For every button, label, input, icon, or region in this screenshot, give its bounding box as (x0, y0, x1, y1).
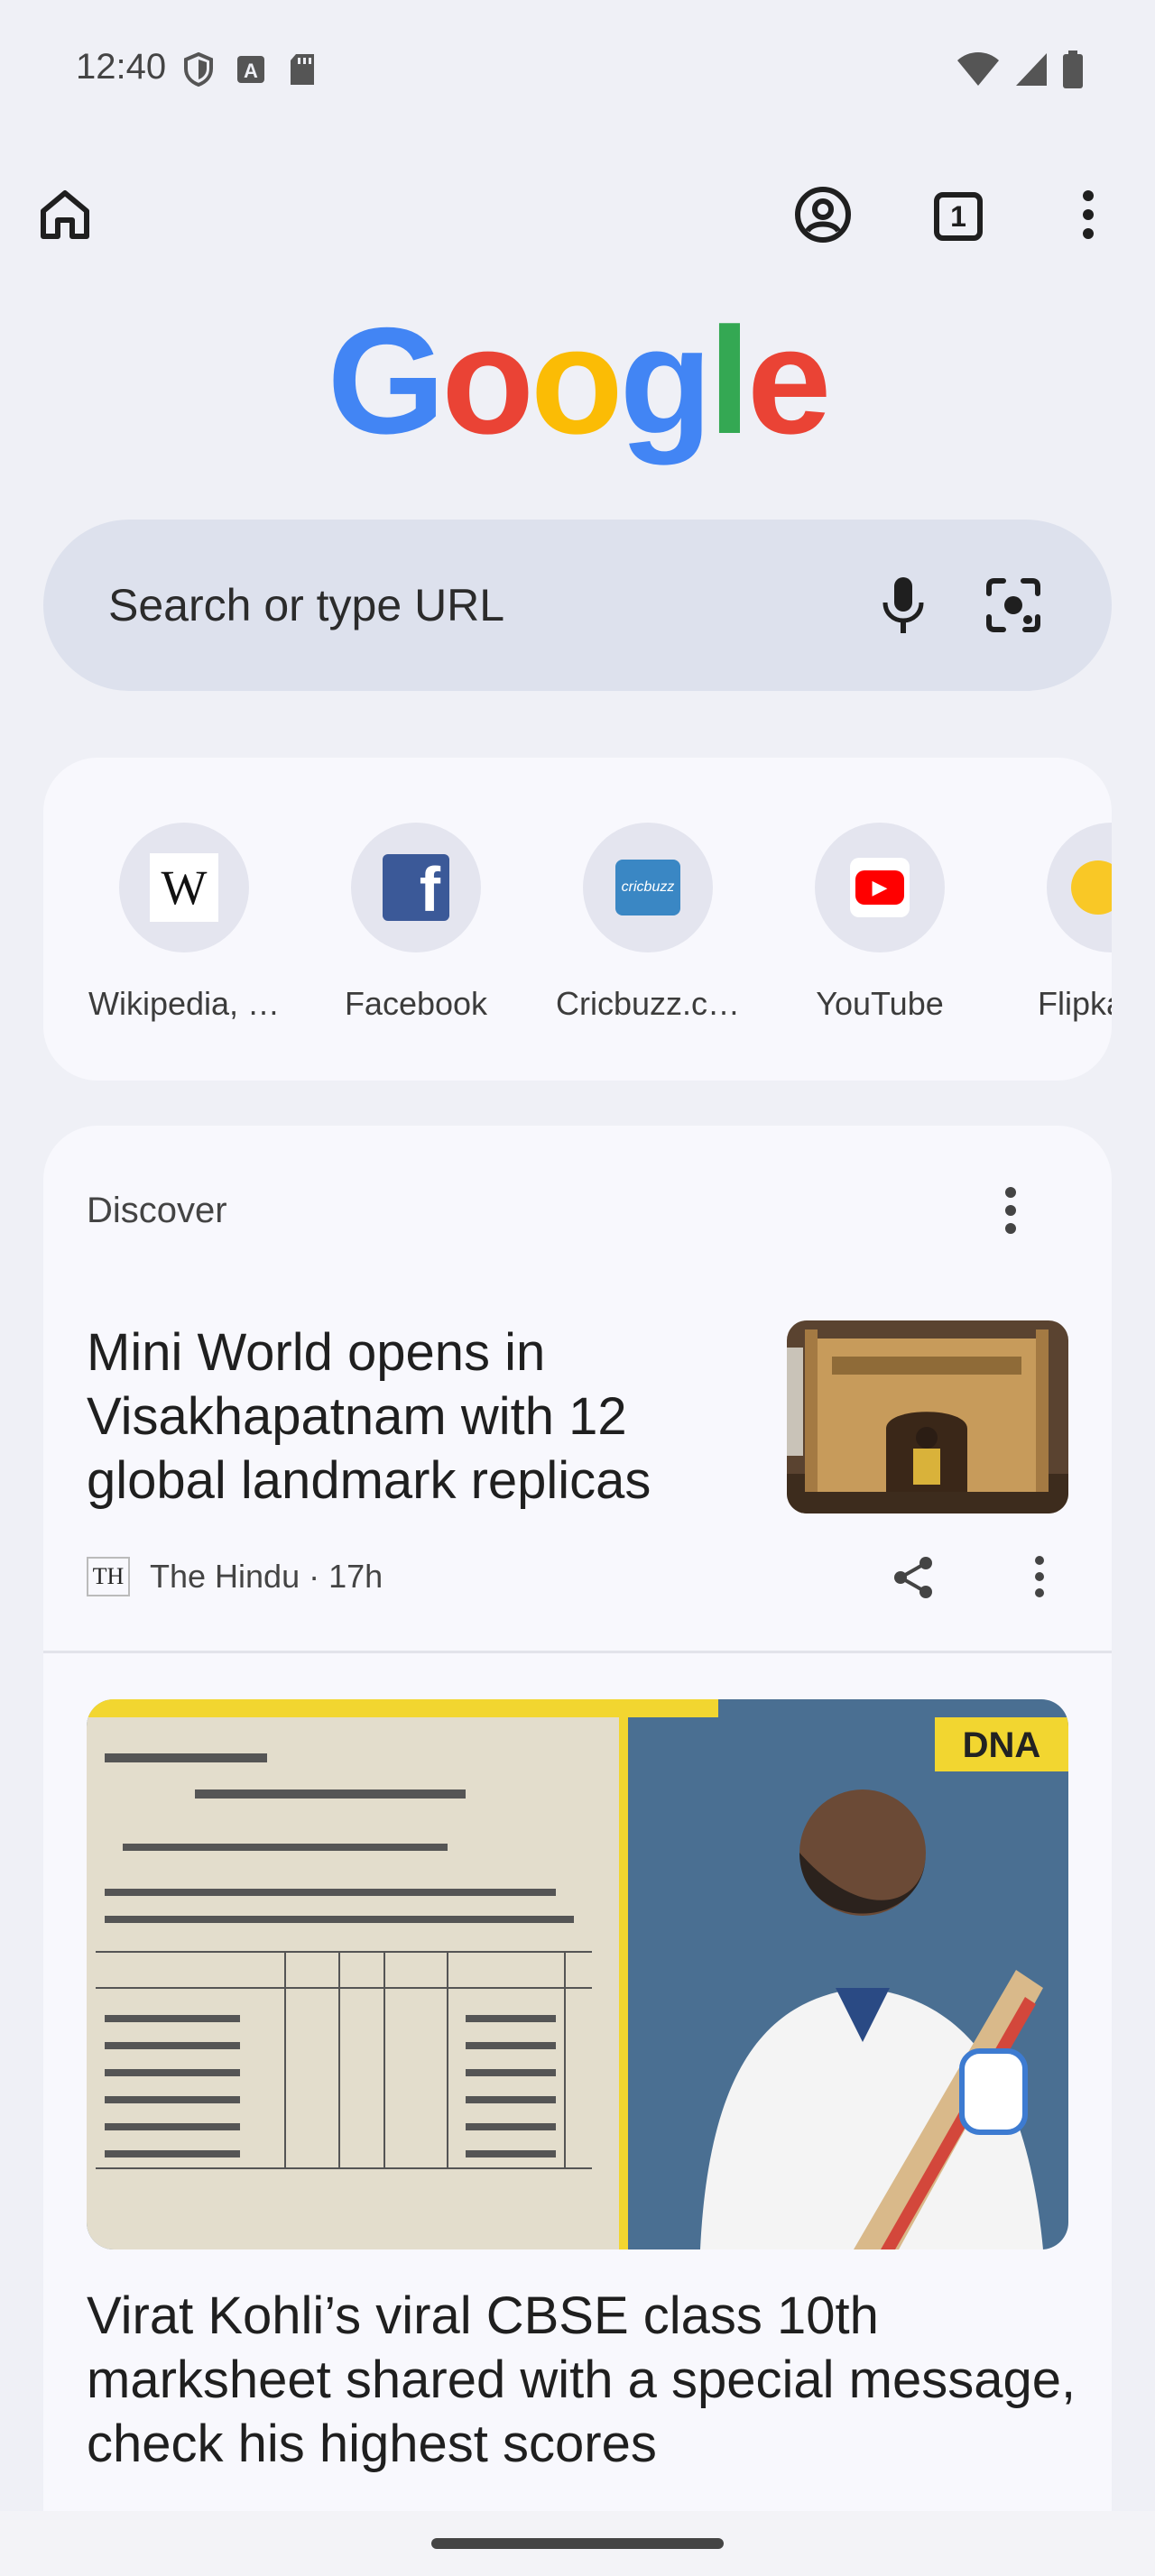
shortcut-label: Cricbuzz.c… (555, 985, 741, 1022)
status-time: 12:40 (76, 47, 167, 87)
status-icons-right (956, 51, 1083, 93)
a-badge-icon: A (236, 55, 265, 88)
wifi-icon (956, 51, 1000, 92)
battery-icon (1063, 51, 1083, 93)
article-thumbnail[interactable] (787, 1320, 1068, 1513)
shortcut-label: YouTube (816, 985, 944, 1022)
discover-title: Discover (87, 1191, 227, 1230)
logo-letter: l (708, 296, 751, 465)
signal-icon (1014, 51, 1049, 92)
home-icon (38, 189, 92, 244)
search-box[interactable]: Search or type URL (43, 520, 1112, 691)
flipkart-icon (1047, 823, 1112, 952)
shortcut-wikipedia[interactable]: W Wikipedia, … (85, 823, 283, 1023)
the-hindu-logo: TH (87, 1557, 130, 1596)
facebook-icon: f (351, 823, 481, 952)
google-logo: Google (0, 305, 1155, 456)
tab-switcher-icon: 1 (934, 192, 983, 241)
navigation-bar (0, 2511, 1155, 2576)
cricbuzz-icon: cricbuzz (583, 823, 713, 952)
dna-badge: DNA (963, 1725, 1041, 1765)
account-icon (794, 186, 852, 248)
shortcut-cricbuzz[interactable]: cricbuzz Cricbuzz.c… (549, 823, 747, 1023)
logo-letter: g (619, 296, 713, 465)
article-title[interactable]: Virat Kohli’s viral CBSE class 10th mark… (87, 2284, 1079, 2476)
home-button[interactable] (32, 184, 97, 249)
shortcuts-panel: W Wikipedia, … f Facebook cricbuzz Cricb… (43, 758, 1112, 1081)
discover-feed: Discover Mini World opens in Visakhapatn… (43, 1126, 1112, 2515)
divider (43, 1651, 1112, 1653)
account-button[interactable] (790, 184, 855, 249)
status-icons-left: A (184, 51, 316, 91)
shortcut-label: Wikipedia, … (88, 985, 281, 1022)
search-input[interactable]: Search or type URL (108, 579, 504, 631)
article-source-time: The Hindu · 17h (150, 1558, 383, 1595)
article-title[interactable]: Mini World opens in Visakhapatnam with 1… (87, 1320, 754, 1513)
svg-text:A: A (244, 60, 258, 82)
more-menu-button[interactable] (1056, 184, 1121, 249)
article-more-icon[interactable] (1034, 1555, 1045, 1603)
logo-letter: G (327, 296, 446, 465)
lens-icon[interactable] (985, 577, 1041, 638)
article-meta: TH The Hindu · 17h (87, 1557, 383, 1596)
logo-letter: o (441, 296, 534, 465)
youtube-icon: ▶ (815, 823, 945, 952)
logo-letter: e (746, 296, 831, 465)
discover-more-icon[interactable] (1003, 1187, 1018, 1238)
share-icon[interactable] (892, 1555, 935, 1605)
shortcut-label: Flipka (1038, 985, 1112, 1022)
shield-icon (184, 51, 213, 91)
wikipedia-icon: W (119, 823, 249, 952)
shortcut-facebook[interactable]: f Facebook (317, 823, 515, 1023)
shortcut-label: Facebook (344, 985, 488, 1022)
tab-switcher-button[interactable]: 1 (926, 184, 991, 249)
home-gesture-handle[interactable] (431, 2538, 724, 2549)
mic-icon[interactable] (881, 575, 926, 639)
article-image[interactable]: DNA (87, 1699, 1068, 2249)
more-vert-icon (1081, 189, 1095, 244)
shortcut-flipkart[interactable]: Flipka (1012, 823, 1112, 1023)
logo-letter: o (530, 296, 624, 465)
sd-card-icon (289, 53, 316, 90)
shortcut-youtube[interactable]: ▶ YouTube (781, 823, 979, 1023)
